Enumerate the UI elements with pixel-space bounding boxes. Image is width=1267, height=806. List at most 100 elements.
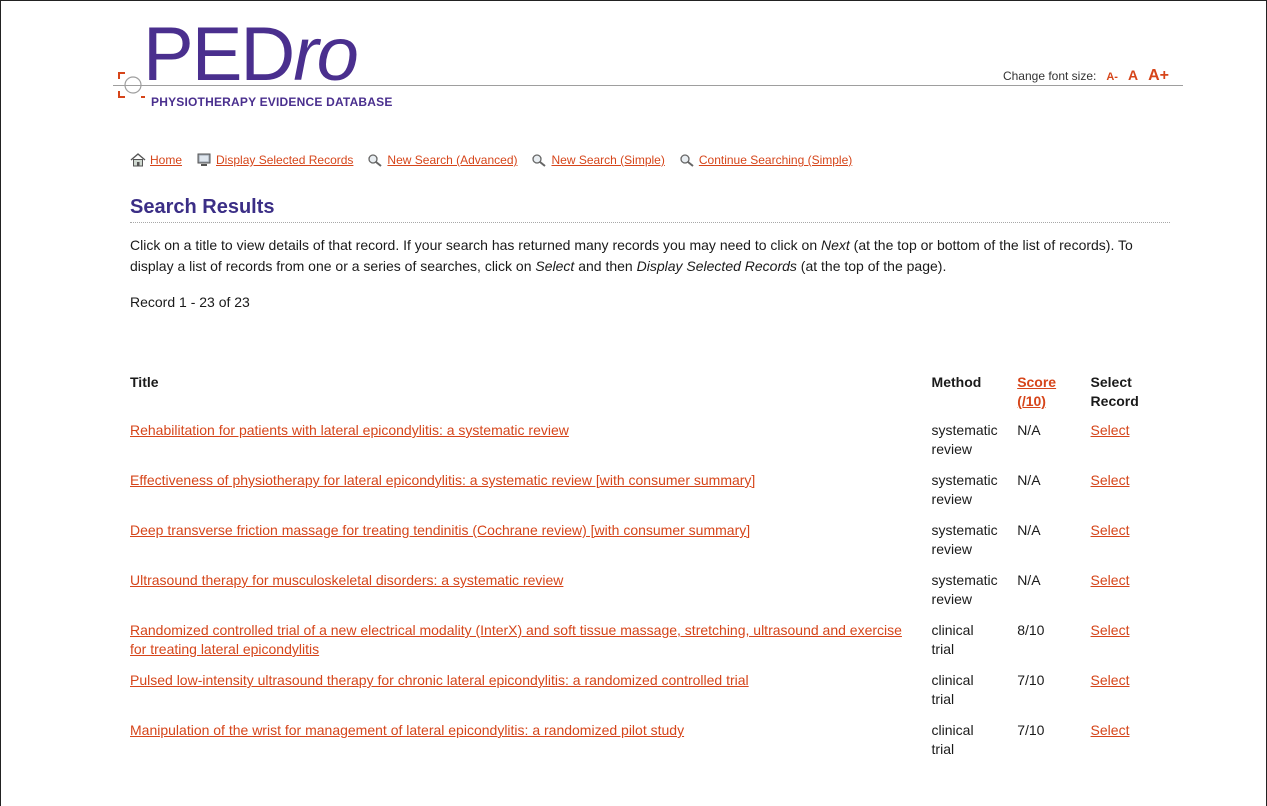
- record-title-link[interactable]: Pulsed low-intensity ultrasound therapy …: [130, 672, 749, 688]
- intro-part-3: and then: [574, 258, 637, 274]
- nav-new-search-advanced-link[interactable]: New Search (Advanced): [387, 153, 517, 167]
- record-select-cell: Select: [1091, 421, 1170, 471]
- record-title-cell: Randomized controlled trial of a new ele…: [130, 621, 932, 671]
- table-row: Ultrasound therapy for musculoskeletal d…: [130, 571, 1170, 621]
- record-title-cell: Pulsed low-intensity ultrasound therapy …: [130, 671, 932, 721]
- method-line1: systematic: [931, 472, 998, 488]
- font-size-control: Change font size: A- A A+: [1003, 67, 1169, 85]
- record-method: systematic review: [932, 471, 1018, 521]
- page-title: Search Results: [130, 196, 1170, 223]
- record-score: N/A: [1017, 472, 1041, 488]
- header-score[interactable]: Score (/10): [1017, 373, 1090, 421]
- record-method: systematic review: [932, 571, 1018, 621]
- record-title-link[interactable]: Rehabilitation for patients with lateral…: [130, 422, 569, 438]
- record-title-cell: Effectiveness of physiotherapy for later…: [130, 471, 932, 521]
- nav-home-link[interactable]: Home: [150, 153, 182, 167]
- method-line2: trial: [931, 691, 955, 707]
- record-title-link[interactable]: Manipulation of the wrist for management…: [130, 722, 684, 738]
- record-title-link[interactable]: Ultrasound therapy for musculoskeletal d…: [130, 572, 563, 588]
- method-line1: clinical: [931, 622, 974, 638]
- intro-next-term: Next: [821, 237, 850, 253]
- record-select-cell: Select: [1091, 621, 1170, 671]
- header-score-line2: (/10): [1017, 393, 1046, 409]
- sort-by-score-link[interactable]: Score (/10): [1017, 374, 1056, 409]
- record-title-link[interactable]: Effectiveness of physiotherapy for later…: [130, 472, 755, 488]
- nav-new-search-simple-link[interactable]: New Search (Simple): [551, 153, 664, 167]
- nav-display-selected-link[interactable]: Display Selected Records: [216, 153, 353, 167]
- logo-subtitle: PHYSIOTHERAPY EVIDENCE DATABASE: [151, 95, 393, 109]
- intro-display-term: Display Selected Records: [636, 258, 797, 274]
- table-row: Deep transverse friction massage for tre…: [130, 521, 1170, 571]
- nav-new-search-simple[interactable]: New Search (Simple): [531, 153, 665, 167]
- header-select-line2: Record: [1090, 393, 1139, 409]
- record-select-cell: Select: [1091, 471, 1170, 521]
- nav-home[interactable]: Home: [130, 153, 182, 167]
- record-select-cell: Select: [1091, 571, 1170, 621]
- record-method: systematic review: [932, 421, 1018, 471]
- select-record-link[interactable]: Select: [1091, 522, 1130, 538]
- monitor-icon: [197, 153, 211, 166]
- record-title-cell: Ultrasound therapy for musculoskeletal d…: [130, 571, 932, 621]
- select-record-link[interactable]: Select: [1091, 722, 1130, 738]
- method-line2: trial: [931, 741, 955, 757]
- record-title-cell: Rehabilitation for patients with lateral…: [130, 421, 932, 471]
- record-title-link[interactable]: Randomized controlled trial of a new ele…: [130, 622, 902, 657]
- record-select-cell: Select: [1091, 721, 1170, 771]
- header-score-line1: Score: [1017, 374, 1057, 390]
- method-line2: review: [931, 491, 973, 507]
- site-header: PEDro PHYSIOTHERAPY EVIDENCE DATABASE Ch…: [113, 15, 1183, 125]
- font-size-label: Change font size:: [1002, 69, 1097, 83]
- magnifier-icon: [532, 154, 547, 167]
- select-record-link[interactable]: Select: [1091, 422, 1130, 438]
- select-record-link[interactable]: Select: [1091, 472, 1130, 488]
- select-record-link[interactable]: Select: [1091, 672, 1130, 688]
- table-row: Manipulation of the wrist for management…: [130, 721, 1170, 771]
- record-method: clinical trial: [932, 671, 1018, 721]
- table-row: Effectiveness of physiotherapy for later…: [130, 471, 1170, 521]
- font-size-decrease-button[interactable]: A-: [1106, 71, 1118, 83]
- record-count: Record 1 - 23 of 23: [130, 294, 250, 310]
- record-score: 8/10: [1017, 622, 1045, 638]
- select-record-link[interactable]: Select: [1091, 622, 1130, 638]
- intro-select-term: Select: [535, 258, 575, 274]
- record-select-cell: Select: [1091, 521, 1170, 571]
- select-record-link[interactable]: Select: [1091, 572, 1130, 588]
- header-select-record: Select Record: [1091, 373, 1170, 421]
- font-size-increase-button[interactable]: A+: [1148, 67, 1169, 85]
- method-line1: clinical: [931, 722, 974, 738]
- nav-new-search-advanced[interactable]: New Search (Advanced): [367, 153, 517, 167]
- record-method: clinical trial: [932, 721, 1018, 771]
- top-navigation: Home Display Selected Records New Search…: [130, 153, 852, 167]
- record-method: clinical trial: [932, 621, 1018, 671]
- header-title: Title: [130, 374, 159, 390]
- method-line2: review: [931, 591, 973, 607]
- method-line2: trial: [931, 641, 955, 657]
- main-content: Search Results Click on a title to view …: [130, 196, 1170, 310]
- record-score: N/A: [1017, 572, 1041, 588]
- method-line1: systematic: [931, 422, 998, 438]
- nav-continue-searching-link[interactable]: Continue Searching (Simple): [699, 153, 852, 167]
- method-line1: systematic: [931, 522, 998, 538]
- magnifier-icon: [680, 154, 694, 167]
- table-header-row: Title Method Score (/10) Select Record: [130, 373, 1170, 421]
- table-row: Rehabilitation for patients with lateral…: [130, 421, 1170, 471]
- nav-display-selected[interactable]: Display Selected Records: [196, 153, 353, 167]
- nav-continue-searching[interactable]: Continue Searching (Simple): [679, 153, 852, 167]
- intro-part-4: (at the top of the page).: [796, 258, 947, 274]
- method-line2: review: [931, 441, 973, 457]
- record-select-cell: Select: [1091, 671, 1170, 721]
- method-line2: review: [931, 541, 973, 557]
- header-select-line1: Select: [1090, 374, 1132, 390]
- intro-text: Click on a title to view details of that…: [130, 235, 1170, 277]
- record-title-link[interactable]: Deep transverse friction massage for tre…: [130, 522, 750, 538]
- results-table: Title Method Score (/10) Select Record Reh…: [130, 373, 1170, 771]
- pedro-logo[interactable]: PEDro: [143, 17, 359, 93]
- record-title-cell: Deep transverse friction massage for tre…: [130, 521, 932, 571]
- font-size-default-button[interactable]: A: [1128, 67, 1138, 83]
- record-score: 7/10: [1017, 722, 1045, 738]
- method-line1: clinical: [931, 672, 974, 688]
- record-score: N/A: [1017, 422, 1041, 438]
- record-score: 7/10: [1017, 672, 1045, 688]
- table-row: Pulsed low-intensity ultrasound therapy …: [130, 671, 1170, 721]
- home-icon: [130, 153, 146, 167]
